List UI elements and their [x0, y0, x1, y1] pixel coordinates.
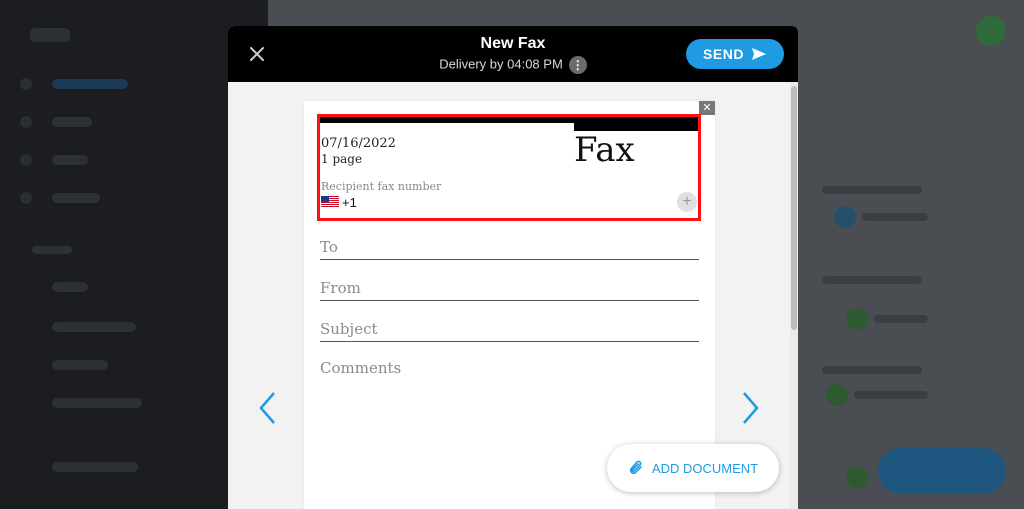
background-nav-item [52, 322, 136, 332]
cover-heading: Fax [574, 130, 635, 170]
recipient-label: Recipient fax number [321, 180, 442, 193]
chevron-left-icon[interactable] [256, 390, 280, 426]
background-nav-item [52, 398, 142, 408]
add-document-label: ADD DOCUMENT [651, 460, 759, 476]
from-field[interactable]: From [320, 277, 699, 301]
send-arrow-icon [751, 48, 766, 60]
modal-header: New Fax Delivery by 04:08 PM ⋮ SEND [228, 26, 798, 82]
scrollbar[interactable] [790, 82, 798, 509]
to-field[interactable]: To [320, 236, 699, 260]
info-icon[interactable]: ⋮ [568, 56, 587, 74]
us-flag-icon[interactable] [321, 196, 339, 208]
delivery-text: Delivery by 04:08 PM [439, 56, 563, 72]
background-nav-item [52, 79, 128, 89]
background-nav-item [52, 282, 88, 292]
background-logo [30, 28, 70, 42]
background-nav-icon [20, 116, 32, 128]
new-fax-modal: New Fax Delivery by 04:08 PM ⋮ SEND ✕ 07/… [228, 26, 798, 509]
cover-bar [320, 117, 574, 123]
background-card-line [862, 213, 928, 221]
send-label: SEND [703, 46, 744, 62]
background-card-line [854, 391, 928, 399]
background-status-dot [846, 308, 868, 330]
background-nav-icon [20, 78, 32, 90]
country-code[interactable]: +1 [342, 195, 357, 210]
add-document-button[interactable]: ADD DOCUMENT [607, 444, 779, 492]
subject-field[interactable]: Subject [320, 318, 699, 342]
background-section-label [32, 246, 72, 254]
cover-header: 07/16/2022 1 page Fax Recipient fax numb… [317, 114, 701, 221]
scrollbar-thumb[interactable] [791, 86, 797, 330]
cover-bar [574, 117, 698, 131]
background-nav-icon [20, 154, 32, 166]
cover-page-count: 1 page [321, 152, 363, 166]
background-card-line [822, 276, 922, 284]
background-action-button [878, 448, 1006, 494]
background-avatar [976, 16, 1006, 46]
send-button[interactable]: SEND [686, 39, 784, 69]
background-status-dot [834, 206, 856, 228]
background-nav-item [52, 360, 108, 370]
background-nav-item [52, 193, 100, 203]
background-status-dot [846, 466, 868, 488]
remove-page-icon[interactable]: ✕ [699, 101, 715, 115]
plus-icon[interactable]: + [677, 192, 697, 212]
background-nav-icon [20, 192, 32, 204]
background-nav-item [52, 462, 138, 472]
background-card-line [874, 315, 928, 323]
background-nav-item [52, 155, 88, 165]
background-nav-item [52, 117, 92, 127]
background-status-dot [826, 384, 848, 406]
background-card-line [822, 366, 922, 374]
background-card-line [822, 186, 922, 194]
cover-date: 07/16/2022 [321, 136, 396, 151]
paperclip-icon [629, 460, 642, 475]
chevron-right-icon[interactable] [738, 390, 762, 426]
